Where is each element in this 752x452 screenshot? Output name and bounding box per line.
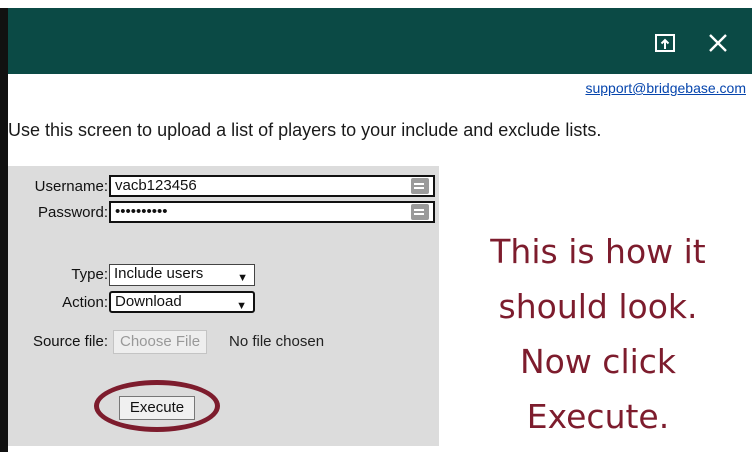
support-email-link[interactable]: support@bridgebase.com — [585, 80, 746, 96]
no-file-text: No file chosen — [229, 333, 325, 350]
type-select[interactable]: Include users ▼ — [109, 264, 255, 286]
instruction-overlay: This is how it should look. Now click Ex… — [438, 224, 752, 444]
instruction-line: should look. — [498, 287, 698, 326]
chevron-down-icon: ▼ — [237, 272, 248, 284]
restore-window-icon[interactable] — [653, 30, 679, 56]
type-selected-value: Include users — [114, 265, 204, 282]
password-manager-icon[interactable] — [411, 204, 429, 220]
password-value: •••••••••• — [115, 203, 168, 220]
action-selected-value: Download — [115, 293, 182, 310]
dialog-content: support@bridgebase.com Use this screen t… — [8, 74, 752, 452]
action-select[interactable]: Download ▼ — [109, 291, 255, 313]
type-label: Type: — [71, 266, 108, 283]
choose-file-button[interactable]: Choose File — [113, 330, 208, 354]
password-input[interactable]: •••••••••• — [109, 201, 435, 223]
execute-highlight-ring — [94, 380, 220, 432]
window-left-border — [0, 8, 8, 452]
instruction-line: Execute. — [526, 397, 670, 436]
instruction-line: Now click — [519, 342, 677, 381]
username-value: vacb123456 — [115, 177, 197, 194]
password-label: Password: — [37, 204, 108, 221]
action-label: Action: — [62, 294, 108, 311]
close-icon[interactable] — [705, 30, 731, 56]
username-input[interactable]: vacb123456 — [109, 175, 435, 197]
chevron-down-icon: ▼ — [236, 300, 247, 312]
instruction-line: This is how it — [490, 232, 706, 271]
password-manager-icon[interactable] — [411, 178, 429, 194]
top-edge — [0, 0, 752, 8]
source-file-label: Source file: — [32, 333, 108, 350]
intro-text: Use this screen to upload a list of play… — [8, 120, 602, 140]
upload-form: Username: vacb123456 Password: •••••••••… — [8, 166, 439, 446]
dialog-titlebar — [8, 8, 752, 74]
username-label: Username: — [34, 178, 108, 195]
